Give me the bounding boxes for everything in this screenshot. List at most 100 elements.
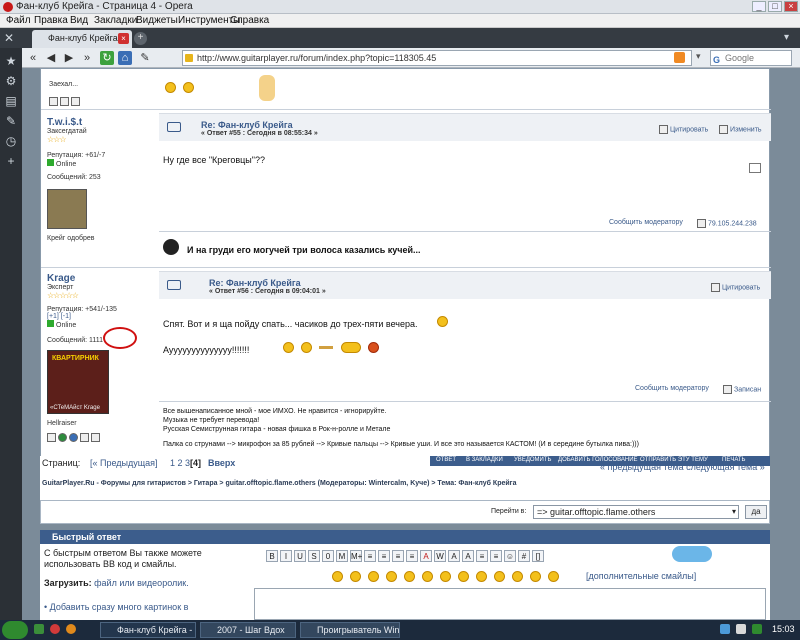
tray-network-icon[interactable] (720, 624, 730, 634)
menu-bookmarks[interactable]: Закладки (94, 15, 137, 26)
pm-icon[interactable] (71, 96, 80, 106)
smiley-wink-icon[interactable] (350, 570, 361, 582)
glow-button[interactable]: 0 (322, 550, 334, 563)
reply-button[interactable]: ОТВЕТ (436, 457, 456, 463)
smiley-shocked-icon[interactable] (440, 570, 451, 582)
jump-go-button[interactable]: да (745, 505, 767, 519)
taskbar-item-opera[interactable]: Фан-клуб Крейга - С... (100, 622, 196, 638)
send-topic-button[interactable]: ОТПРАВИТЬ ЭТУ ТЕМУ (640, 457, 708, 463)
maximize-button[interactable]: □ (768, 1, 782, 12)
new-tab-icon[interactable]: + (134, 32, 147, 45)
add-images-link[interactable]: • Добавить сразу много картинок в (44, 602, 188, 612)
rewind-icon[interactable]: « (26, 51, 40, 65)
page-links[interactable]: 1 2 3 (170, 458, 190, 468)
email-icon[interactable] (80, 432, 89, 442)
smiley-cheesy-icon[interactable] (368, 570, 379, 582)
message-textarea[interactable] (254, 588, 766, 620)
post55-edit-button[interactable]: Изменить (719, 125, 762, 134)
chat-panel-icon[interactable]: ▤ (4, 94, 18, 108)
post55-subject[interactable]: Re: Фан-клуб Крейга (201, 120, 293, 130)
marquee-plus-button[interactable]: M+ (350, 550, 362, 563)
search-field[interactable]: G Google (710, 50, 792, 66)
www-icon[interactable] (58, 432, 67, 442)
tray-app-icon[interactable] (752, 624, 762, 634)
more-smileys-link[interactable]: [дополнительные смайлы] (586, 571, 696, 581)
breadcrumb-text[interactable]: GuitarPlayer.Ru - Форумы для гитаристов … (42, 480, 516, 487)
quicklaunch-firefox-icon[interactable] (66, 624, 76, 634)
post55-quote-button[interactable]: Цитировать (659, 125, 708, 134)
home-icon[interactable]: ⌂ (118, 51, 132, 65)
notify-button[interactable]: УВЕДОМИТЬ (514, 457, 551, 463)
post56-rep-links[interactable]: [+1] [-1] (47, 313, 117, 320)
smiley-lipsrsealed-icon[interactable] (548, 570, 559, 582)
go-up-link[interactable]: Вверх (208, 458, 235, 468)
font-face-button[interactable]: A (462, 550, 474, 563)
menu-help[interactable]: Справка (230, 15, 269, 26)
align-justify-button[interactable]: ≡ (406, 550, 418, 563)
italic-button[interactable]: I (280, 550, 292, 563)
strike-button[interactable]: S (308, 550, 320, 563)
minimize-button[interactable]: _ (752, 1, 766, 12)
align-right-button[interactable]: ≡ (392, 550, 404, 563)
settings-panel-icon[interactable]: ⚙ (4, 74, 18, 88)
tab-menu-icon[interactable]: ▾ (784, 32, 796, 44)
taskbar-item-media-player[interactable]: Проигрыватель Wind... (300, 622, 400, 638)
post56-report-link[interactable]: Сообщить модератору (635, 385, 709, 392)
post56-subject[interactable]: Re: Фан-клуб Крейга (209, 278, 301, 288)
quicklaunch-opera-icon[interactable] (50, 624, 60, 634)
menu-file[interactable]: Файл (6, 15, 31, 26)
address-field[interactable]: http://www.guitarplayer.ru/forum/index.p… (182, 50, 692, 66)
forward-icon[interactable]: ▶ (62, 51, 76, 65)
post55-author-name[interactable]: T.w.i.$.t (47, 117, 105, 128)
icq-icon[interactable] (69, 432, 78, 442)
fast-forward-icon[interactable]: » (80, 51, 94, 65)
pm-icon[interactable] (91, 432, 100, 442)
tab-close-icon[interactable]: × (118, 33, 129, 44)
smiley-smile-icon[interactable] (332, 570, 343, 582)
email-icon[interactable] (60, 96, 69, 106)
bookmarks-panel-icon[interactable]: ★ (4, 54, 18, 68)
add-poll-button[interactable]: ДОБАВИТЬ ГОЛОСОВАНИЕ (558, 457, 638, 463)
menu-widgets[interactable]: Виджеты (136, 15, 178, 26)
address-dropdown-icon[interactable]: ▾ (696, 51, 701, 62)
start-button[interactable] (2, 621, 28, 639)
profile-icon[interactable] (47, 432, 56, 442)
jump-select[interactable]: => guitar.offtopic.flame.others ▾ (533, 505, 739, 519)
smiley-rolleyes-icon[interactable] (494, 570, 505, 582)
history-panel-icon[interactable]: ◷ (4, 134, 18, 148)
print-button[interactable]: ПЕЧАТЬ (722, 457, 745, 463)
tray-volume-icon[interactable] (736, 624, 746, 634)
upload-links[interactable]: файл или видеоролик. (94, 578, 189, 588)
underline-button[interactable]: U (294, 550, 306, 563)
smiley-angry-icon[interactable] (404, 570, 415, 582)
smiley-button[interactable]: ☺ (504, 550, 516, 563)
back-icon[interactable]: ◀ (44, 51, 58, 65)
quote-button[interactable]: [] (532, 550, 544, 563)
smiley-grin-icon[interactable] (386, 570, 397, 582)
post56-author-name[interactable]: Krage (47, 273, 117, 284)
tools-icon[interactable]: ✕ (4, 31, 18, 45)
edit-icon[interactable]: ✎ (138, 51, 152, 65)
code-button[interactable]: # (518, 550, 530, 563)
post55-report-link[interactable]: Сообщить модератору (609, 219, 683, 226)
tab-active[interactable]: Фан-клуб Крейга - Стр... × (32, 30, 132, 59)
bold-button[interactable]: B (266, 550, 278, 563)
list-button[interactable]: ≡ (476, 550, 488, 563)
smiley-embarrassed-icon[interactable] (530, 570, 541, 582)
wiki-button[interactable]: W (434, 550, 446, 563)
align-left-button[interactable]: ≡ (364, 550, 376, 563)
prev-page-link[interactable]: [« Предыдущая] (90, 458, 158, 468)
table-button[interactable]: ≡ (490, 550, 502, 563)
menu-view[interactable]: Вид (70, 15, 88, 26)
font-color-button[interactable]: A (420, 550, 432, 563)
post56-quote-button[interactable]: Цитировать (711, 283, 760, 292)
smiley-cool-icon[interactable] (458, 570, 469, 582)
menu-edit[interactable]: Правка (34, 15, 68, 26)
font-size-button[interactable]: A (448, 550, 460, 563)
taskbar-item-folder[interactable]: 2007 - Шаг Вдох (200, 622, 296, 638)
quick-reply-header[interactable]: Быстрый ответ (40, 530, 770, 544)
quicklaunch-desktop-icon[interactable] (34, 624, 44, 634)
reload-icon[interactable]: ↻ (100, 51, 114, 65)
close-button[interactable]: × (784, 1, 798, 12)
smiley-sad-icon[interactable] (422, 570, 433, 582)
